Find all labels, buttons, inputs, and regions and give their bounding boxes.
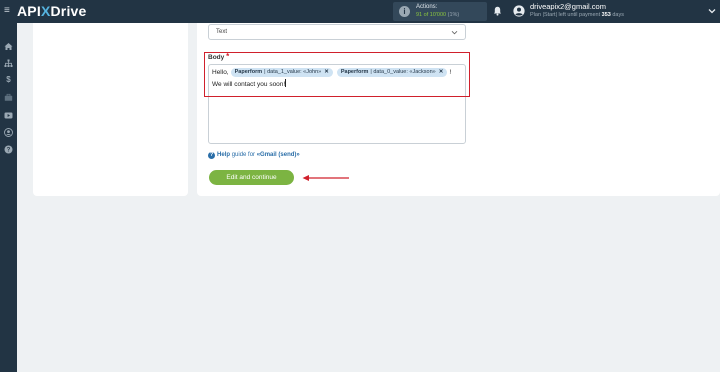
user-icon[interactable] xyxy=(4,128,13,137)
type-select[interactable]: Text xyxy=(208,24,466,40)
briefcase-icon[interactable] xyxy=(4,93,13,102)
plan-info: Plan |Start| left until payment 353 days xyxy=(530,12,624,18)
svg-text:?: ? xyxy=(7,148,11,154)
question-icon: ? xyxy=(208,152,215,159)
sidebar: $ ? xyxy=(0,23,17,372)
edit-and-continue-button[interactable]: Edit and continue xyxy=(209,170,294,185)
account-email[interactable]: driveapix2@gmail.com xyxy=(530,3,606,11)
dollar-icon[interactable]: $ xyxy=(4,75,13,84)
info-icon: i xyxy=(399,6,410,17)
home-icon[interactable] xyxy=(4,42,13,51)
actions-label: Actions: xyxy=(416,4,438,10)
actions-count: 91 of 10'000 (1%) xyxy=(416,12,460,18)
actions-counter: i Actions: 91 of 10'000 (1%) xyxy=(393,2,487,21)
help-link[interactable]: ? Help guide for «Gmail (send)» xyxy=(208,152,300,159)
help-icon[interactable]: ? xyxy=(4,145,13,154)
annotation-highlight xyxy=(204,52,470,97)
menu-icon[interactable]: ≡ xyxy=(4,6,12,16)
chevron-down-icon[interactable] xyxy=(708,7,716,15)
bell-icon[interactable] xyxy=(493,6,502,16)
user-avatar-icon[interactable] xyxy=(513,5,525,17)
annotation-arrow-icon xyxy=(302,175,349,181)
video-icon[interactable] xyxy=(4,111,13,120)
steps-panel xyxy=(33,23,188,196)
top-bar: ≡ APIXDrive i Actions: 91 of 10'000 (1%)… xyxy=(0,0,720,23)
logo[interactable]: APIXDrive xyxy=(17,3,87,19)
type-select-value: Text xyxy=(216,29,228,35)
sitemap-icon[interactable] xyxy=(4,59,13,68)
chevron-down-icon xyxy=(451,30,458,35)
